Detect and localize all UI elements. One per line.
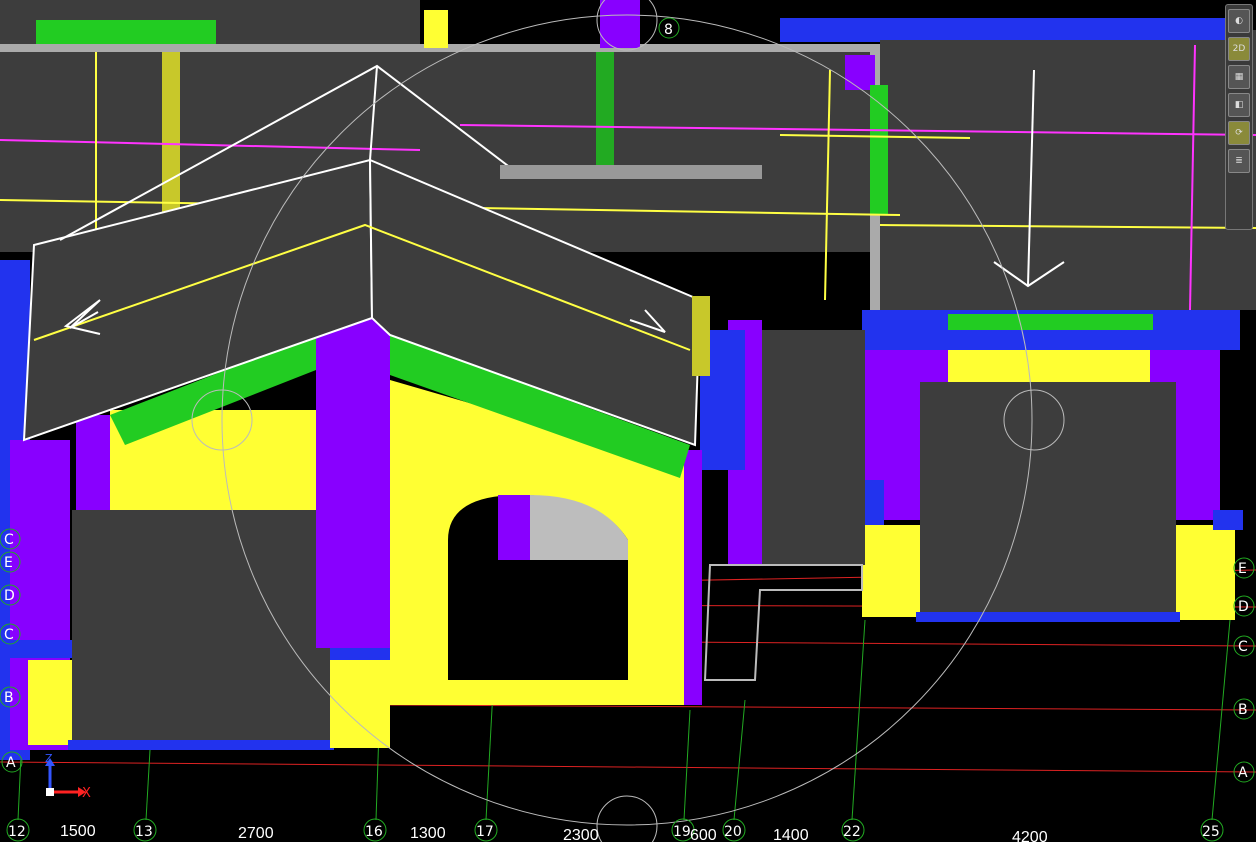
- axis-row-right-b: B: [1238, 702, 1248, 718]
- top-axis-marker: 8: [658, 17, 680, 39]
- spacing-22-25: 4200: [1012, 829, 1048, 842]
- spacing-16-17: 1300: [410, 825, 446, 842]
- spacing-17-19: 2300: [563, 827, 599, 842]
- axis-row-left-c: C: [4, 627, 14, 643]
- view-2d-icon: 2D: [1232, 44, 1246, 54]
- axis-row-left-b: B: [4, 690, 14, 706]
- axis-top-8: 8: [664, 22, 673, 38]
- row-axis-labels-right: E D C B A: [1233, 557, 1255, 783]
- stair-slab: [703, 564, 863, 681]
- axis-col-13: 13: [135, 824, 153, 840]
- spacing-12-13: 1500: [60, 823, 96, 840]
- view-3d-button[interactable]: ▦: [1228, 65, 1250, 89]
- layers-button[interactable]: ≣: [1228, 149, 1250, 173]
- axis-row-right-a: A: [1238, 765, 1248, 781]
- axis-row-left-a: A: [6, 755, 16, 771]
- axis-row-right-d: D: [1238, 599, 1249, 615]
- axis-col-16: 16: [365, 824, 383, 840]
- rotate-button[interactable]: ⟳: [1228, 121, 1250, 145]
- orbit-button[interactable]: ◐: [1228, 9, 1250, 33]
- view-2d-button[interactable]: 2D: [1228, 37, 1250, 61]
- cube-icon: ▦: [1234, 72, 1244, 82]
- axis-col-17: 17: [476, 824, 494, 840]
- layers-icon: ≣: [1235, 156, 1243, 166]
- rotate-icon: ⟳: [1235, 128, 1243, 138]
- axis-col-22: 22: [843, 824, 861, 840]
- right-building: [700, 310, 1243, 622]
- front-view-icon: ◧: [1234, 100, 1244, 110]
- axis-col-12: 12: [8, 824, 26, 840]
- axis-row-left-c-top: C: [4, 532, 14, 548]
- 3d-model-viewport[interactable]: 12 13 16 17 19 20 22 25 1500 2700 1300 2…: [0, 0, 1256, 842]
- spacing-20-22: 1400: [773, 827, 809, 842]
- ucs-x-label: X: [82, 786, 91, 801]
- view-toolbar: ◐ 2D ▦ ◧ ⟳ ≣: [1225, 4, 1253, 230]
- axis-row-right-e: E: [1238, 561, 1247, 577]
- spacing-19-20: 600: [690, 827, 717, 842]
- axis-col-25: 25: [1202, 824, 1220, 840]
- axis-row-left-e: E: [4, 555, 13, 571]
- axis-row-left-d: D: [4, 588, 15, 604]
- axis-col-20: 20: [724, 824, 742, 840]
- spacing-13-16: 2700: [238, 825, 274, 842]
- orbit-icon: ◐: [1235, 16, 1243, 26]
- column-spacing-labels: 1500 2700 1300 2300 600 1400 4200: [60, 823, 1048, 842]
- ucs-z-label: Z: [45, 752, 53, 765]
- view-front-button[interactable]: ◧: [1228, 93, 1250, 117]
- axis-col-19: 19: [673, 824, 691, 840]
- ucs-icon: X Z: [45, 752, 91, 801]
- axis-row-right-c: C: [1238, 639, 1248, 655]
